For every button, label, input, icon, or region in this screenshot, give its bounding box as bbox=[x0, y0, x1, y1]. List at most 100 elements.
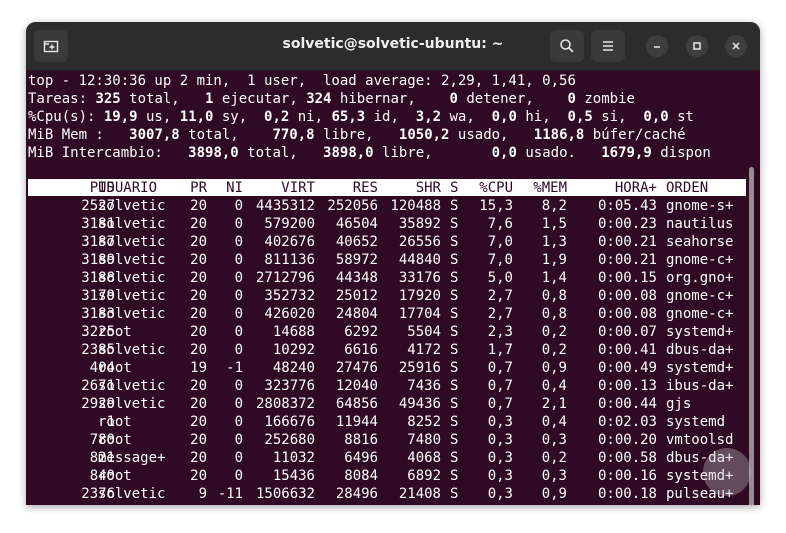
mem-text: búfer/caché bbox=[584, 127, 686, 143]
cpu-text: sy, bbox=[213, 109, 265, 125]
terminal-output[interactable]: top - 12:30:36 up 2 min, 1 user, load av… bbox=[26, 71, 760, 505]
cell-mem: 0,2 bbox=[541, 450, 567, 466]
cell-mem: 0,2 bbox=[541, 324, 567, 340]
cell-time: 0:02.03 bbox=[597, 414, 657, 430]
cell-command: vmtoolsd bbox=[666, 432, 734, 448]
swap-total: 3898,0 bbox=[188, 145, 239, 161]
cell-time: 0:00.41 bbox=[597, 342, 657, 358]
search-icon bbox=[560, 39, 574, 53]
search-button[interactable] bbox=[550, 30, 584, 62]
cpu-text: us, bbox=[137, 109, 180, 125]
tasks-text: zombie bbox=[575, 91, 635, 107]
watermark-logo bbox=[703, 448, 751, 496]
cell-mem: 0,9 bbox=[541, 360, 567, 376]
cell-time: 0:00.07 bbox=[597, 324, 657, 340]
cpu-text: si, bbox=[592, 109, 644, 125]
cell-command: dbus-da+ bbox=[666, 342, 734, 358]
cpu-ni: 0,2 bbox=[264, 109, 290, 125]
tasks-text: ejecutar, bbox=[213, 91, 307, 107]
cell-command: gnome-s+ bbox=[666, 198, 734, 214]
cpu-label: %Cpu(s): bbox=[28, 109, 104, 125]
cpu-text: ni, bbox=[289, 109, 332, 125]
swap-text: dispon bbox=[651, 145, 711, 161]
cell-mem: 1,4 bbox=[541, 270, 567, 286]
swap-free: 3898,0 bbox=[323, 145, 374, 161]
cell-time: 0:00.49 bbox=[597, 360, 657, 376]
cell-mem: 1,3 bbox=[541, 234, 567, 250]
cell-time: 0:00.21 bbox=[597, 234, 657, 250]
cpu-text: hi, bbox=[516, 109, 568, 125]
cell-mem: 1,9 bbox=[541, 252, 567, 268]
close-icon bbox=[732, 42, 740, 50]
maximize-icon bbox=[693, 42, 701, 50]
maximize-button[interactable] bbox=[686, 35, 708, 57]
cell-time: 0:00.20 bbox=[597, 432, 657, 448]
swap-used: 0,0 bbox=[491, 145, 517, 161]
cpu-text: id, bbox=[365, 109, 416, 125]
mem-text: total, bbox=[179, 127, 273, 143]
mem-text: libre, bbox=[314, 127, 399, 143]
close-button[interactable] bbox=[725, 35, 747, 57]
cpu-sy: 11,0 bbox=[179, 109, 214, 125]
cpu-text: wa, bbox=[441, 109, 492, 125]
mem-total: 3007,8 bbox=[129, 127, 180, 143]
cell-time: 0:05.43 bbox=[597, 198, 657, 214]
tasks-text: detener, bbox=[457, 91, 568, 107]
tasks-stopped: 0 bbox=[449, 91, 458, 107]
cell-mem: 8,2 bbox=[541, 198, 567, 214]
cpu-line: %Cpu(s): 19,9 us, 11,0 sy, 0,2 ni, 65,3 … bbox=[28, 108, 694, 126]
cell-time: 0:00.44 bbox=[597, 396, 657, 412]
cell-mem: 0,3 bbox=[541, 468, 567, 484]
tasks-text: hibernar, bbox=[331, 91, 450, 107]
cell-command: gnome-c+ bbox=[666, 288, 734, 304]
cell-mem: 0,9 bbox=[541, 486, 567, 502]
swap-text: usado. bbox=[516, 145, 602, 161]
cell-command: systemd bbox=[666, 414, 726, 430]
mem-label: MiB Mem : bbox=[28, 127, 130, 143]
cell-time: 0:00.08 bbox=[597, 306, 657, 322]
cell-time: 0:00.58 bbox=[597, 450, 657, 466]
cell-time: 0:00.23 bbox=[597, 216, 657, 232]
cell-command: ibus-da+ bbox=[666, 378, 734, 394]
swap-text: libre, bbox=[373, 145, 492, 161]
cell-mem: 0,8 bbox=[541, 288, 567, 304]
tasks-line: Tareas: 325 total, 1 ejecutar, 324 hiber… bbox=[28, 90, 635, 108]
cell-command: org.gno+ bbox=[666, 270, 734, 286]
cpu-st: 0,0 bbox=[643, 109, 669, 125]
cell-time: 0:00.16 bbox=[597, 468, 657, 484]
scrollbar[interactable] bbox=[749, 167, 754, 505]
cell-command: seahorse bbox=[666, 234, 734, 250]
cell-command: systemd+ bbox=[666, 324, 734, 340]
cpu-id: 65,3 bbox=[331, 109, 366, 125]
minimize-icon bbox=[654, 46, 660, 48]
title-bar: solvetic@solvetic-ubuntu: ~ bbox=[26, 22, 760, 71]
cpu-si: 0,5 bbox=[567, 109, 593, 125]
cell-mem: 0,8 bbox=[541, 306, 567, 322]
cell-command: gnome-c+ bbox=[666, 306, 734, 322]
swap-line: MiB Intercambio: 3898,0 total, 3898,0 li… bbox=[28, 144, 711, 162]
cell-time: 0:00.08 bbox=[597, 288, 657, 304]
cell-mem: 0,4 bbox=[541, 378, 567, 394]
cell-command: gnome-c+ bbox=[666, 252, 734, 268]
cell-command: nautilus bbox=[666, 216, 734, 232]
cpu-text: st bbox=[668, 109, 694, 125]
mem-free: 770,8 bbox=[272, 127, 315, 143]
column-header-command: ORDEN bbox=[666, 180, 709, 196]
menu-button[interactable] bbox=[591, 30, 625, 62]
cpu-wa: 3,2 bbox=[415, 109, 442, 125]
cell-time: 0:00.13 bbox=[597, 378, 657, 394]
tasks-sleeping: 324 bbox=[306, 91, 332, 107]
column-header-mem: %MEM bbox=[533, 180, 567, 196]
cpu-hi: 0,0 bbox=[491, 109, 517, 125]
cell-command: systemd+ bbox=[666, 360, 734, 376]
minimize-button[interactable] bbox=[646, 35, 668, 57]
cell-time: 0:00.15 bbox=[597, 270, 657, 286]
mem-text: usado, bbox=[449, 127, 534, 143]
uptime-line: top - 12:30:36 up 2 min, 1 user, load av… bbox=[28, 72, 576, 90]
swap-text: total, bbox=[238, 145, 324, 161]
cpu-us: 19,9 bbox=[103, 109, 138, 125]
cell-mem: 1,5 bbox=[541, 216, 567, 232]
column-header-time: HORA+ bbox=[614, 180, 657, 196]
mem-cache: 1186,8 bbox=[533, 127, 585, 143]
cell-mem: 0,3 bbox=[541, 432, 567, 448]
